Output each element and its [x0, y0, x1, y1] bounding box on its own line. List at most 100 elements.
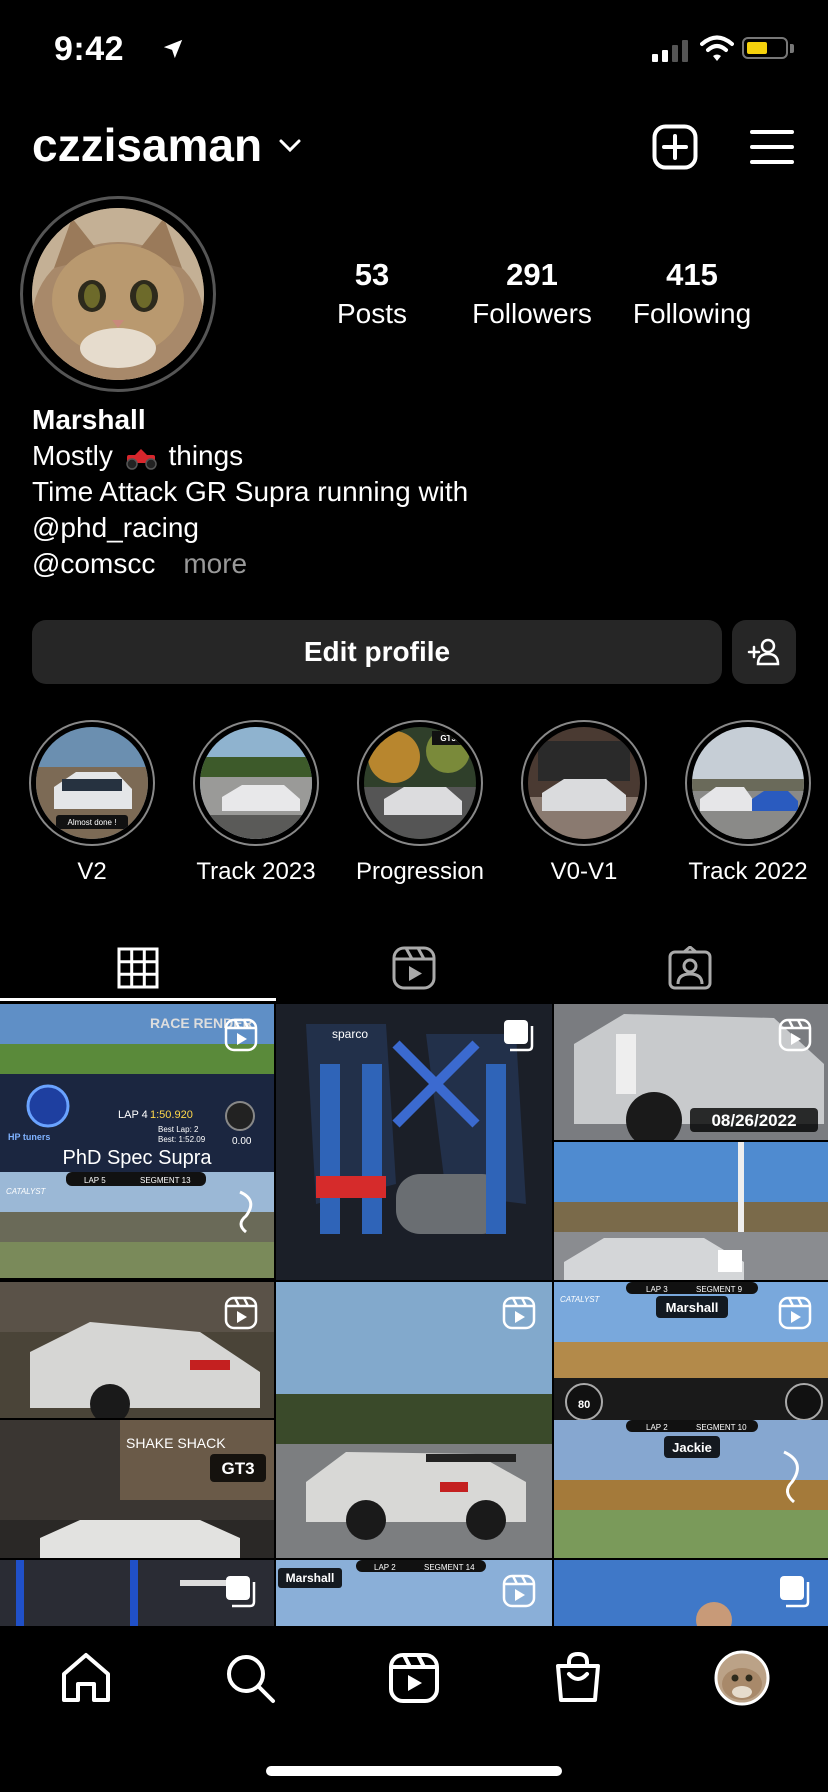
- add-post-icon[interactable]: [652, 124, 698, 170]
- bio-text: Mostly: [32, 440, 113, 471]
- highlight-track-2022[interactable]: Track 2022: [666, 720, 828, 886]
- speed-readout: 80: [578, 1399, 590, 1411]
- post-thumbnail[interactable]: RACE RENDER LAP 4 1:50.920 Best Lap: 2 B…: [0, 1004, 274, 1172]
- highlight-progression[interactable]: GT3R Progression: [338, 720, 502, 886]
- lap-label: LAP 3: [646, 1285, 668, 1294]
- post-thumbnail[interactable]: LAP 3 SEGMENT 9 Marshall CATALYST 80 LAP…: [554, 1282, 828, 1558]
- highlight-label: Track 2022: [688, 858, 808, 885]
- seat-brand: sparco: [332, 1027, 368, 1041]
- menu-icon[interactable]: [750, 128, 794, 166]
- discover-people-button[interactable]: [732, 620, 796, 684]
- tab-active-indicator: [0, 998, 276, 1001]
- carousel-badge-icon: [780, 1576, 810, 1608]
- followers-count: 291: [506, 257, 558, 292]
- lap-label: LAP 4: [118, 1109, 148, 1121]
- following-stat[interactable]: 415 Following: [612, 254, 772, 332]
- tab-tagged[interactable]: [552, 936, 828, 1000]
- bio-line-4: @comscc more: [32, 546, 468, 582]
- post-thumbnail[interactable]: sparco: [276, 1004, 552, 1280]
- highlight-ring: [521, 720, 647, 846]
- lap-label: LAP 2: [646, 1423, 668, 1432]
- reel-badge-icon: [778, 1018, 812, 1052]
- battery-tip: [790, 44, 794, 53]
- highlight-v2[interactable]: Almost done ! V2: [10, 720, 174, 886]
- tab-reels[interactable]: [276, 936, 552, 1000]
- carousel-badge-icon: [504, 1020, 534, 1052]
- home-indicator: [266, 1766, 562, 1776]
- profile-avatar-icon[interactable]: [714, 1650, 770, 1706]
- driver-name: Marshall: [286, 1571, 335, 1585]
- profile-avatar[interactable]: [32, 208, 204, 380]
- driver-name: Marshall: [666, 1300, 719, 1315]
- post-thumbnail[interactable]: SHAKE SHACK GT3: [0, 1420, 274, 1558]
- post-thumbnail[interactable]: [0, 1282, 274, 1418]
- profile-name: Marshall: [32, 404, 146, 435]
- hp-tuners-logo: HP tuners: [8, 1132, 50, 1142]
- highlight-ring: Almost done !: [29, 720, 155, 846]
- highlight-ring: [685, 720, 811, 846]
- highlight-label: Progression: [355, 858, 485, 885]
- highlight-cover: [200, 727, 312, 839]
- battery-icon: [742, 37, 788, 59]
- highlight-badge: Almost done !: [68, 818, 117, 827]
- posts-label: Posts: [336, 298, 408, 329]
- home-icon[interactable]: [58, 1650, 114, 1706]
- chevron-down-icon[interactable]: [278, 138, 302, 154]
- mention-phd-racing[interactable]: @phd_racing: [32, 510, 468, 546]
- post-image: LAP 5 SEGMENT 13 CATALYST: [0, 1172, 274, 1278]
- highlight-cover: Almost done !: [36, 727, 148, 839]
- highlight-track-2023[interactable]: Track 2023: [174, 720, 338, 886]
- highlight-label: Track 2023: [196, 858, 316, 885]
- best-time: Best: 1:52.09: [158, 1135, 206, 1144]
- post-thumbnail[interactable]: [554, 1560, 828, 1626]
- edit-profile-button[interactable]: Edit profile: [32, 620, 722, 684]
- post-image: [554, 1142, 828, 1280]
- reel-badge-icon: [224, 1296, 258, 1330]
- followers-stat[interactable]: 291 Followers: [452, 254, 612, 332]
- tab-grid[interactable]: [0, 936, 276, 1000]
- segment-label: SEGMENT 13: [140, 1176, 191, 1185]
- location-arrow-icon: [163, 39, 183, 59]
- followers-label: Followers: [472, 298, 592, 329]
- mention-comscc[interactable]: @comscc: [32, 548, 155, 579]
- segment-label: SEGMENT 9: [696, 1285, 743, 1294]
- signal-icon: [652, 38, 688, 62]
- speed-readout: 0.00: [232, 1136, 252, 1147]
- store-sign: SHAKE SHACK: [126, 1435, 226, 1451]
- segment-label: SEGMENT 10: [696, 1423, 747, 1432]
- post-thumbnail[interactable]: 08/26/2022: [554, 1004, 828, 1140]
- reel-badge-icon: [502, 1574, 536, 1608]
- post-date: 08/26/2022: [711, 1111, 796, 1130]
- highlight-cover: [692, 727, 804, 839]
- posts-stat[interactable]: 53 Posts: [292, 254, 452, 332]
- tagged-icon: [668, 946, 712, 990]
- highlight-label: V0-V1: [550, 858, 618, 885]
- best-lap: Best Lap: 2: [158, 1125, 199, 1134]
- shop-icon[interactable]: [550, 1650, 606, 1706]
- more-link[interactable]: more: [183, 548, 247, 579]
- wifi-icon: [700, 35, 734, 61]
- lap-label: LAP 2: [374, 1563, 396, 1572]
- highlight-v0-v1[interactable]: V0-V1: [502, 720, 666, 886]
- post-thumbnail[interactable]: LAP 5 SEGMENT 13 CATALYST: [0, 1172, 274, 1278]
- reels-nav-icon[interactable]: [386, 1650, 442, 1706]
- post-caption: PhD Spec Supra: [63, 1147, 213, 1169]
- post-thumbnail[interactable]: LAP 2 SEGMENT 14 Marshall: [276, 1560, 552, 1626]
- post-thumbnail[interactable]: [276, 1282, 552, 1558]
- post-thumbnail[interactable]: [0, 1560, 274, 1626]
- highlight-cover: [528, 727, 640, 839]
- segment-label: SEGMENT 14: [424, 1563, 475, 1572]
- lap-label: LAP 5: [84, 1176, 106, 1185]
- search-icon[interactable]: [222, 1650, 278, 1706]
- bio-text: things: [168, 440, 244, 471]
- username[interactable]: czzisaman: [32, 118, 262, 172]
- posts-count: 53: [354, 257, 390, 292]
- post-thumbnail[interactable]: [554, 1142, 828, 1280]
- highlight-ring: GT3R: [357, 720, 483, 846]
- following-count: 415: [666, 257, 718, 292]
- add-person-icon: [747, 638, 780, 666]
- reel-badge-icon: [778, 1296, 812, 1330]
- catalyst-logo: CATALYST: [560, 1295, 601, 1304]
- bio-line-1: Mostly things: [32, 438, 468, 474]
- highlight-label: V2: [77, 858, 107, 885]
